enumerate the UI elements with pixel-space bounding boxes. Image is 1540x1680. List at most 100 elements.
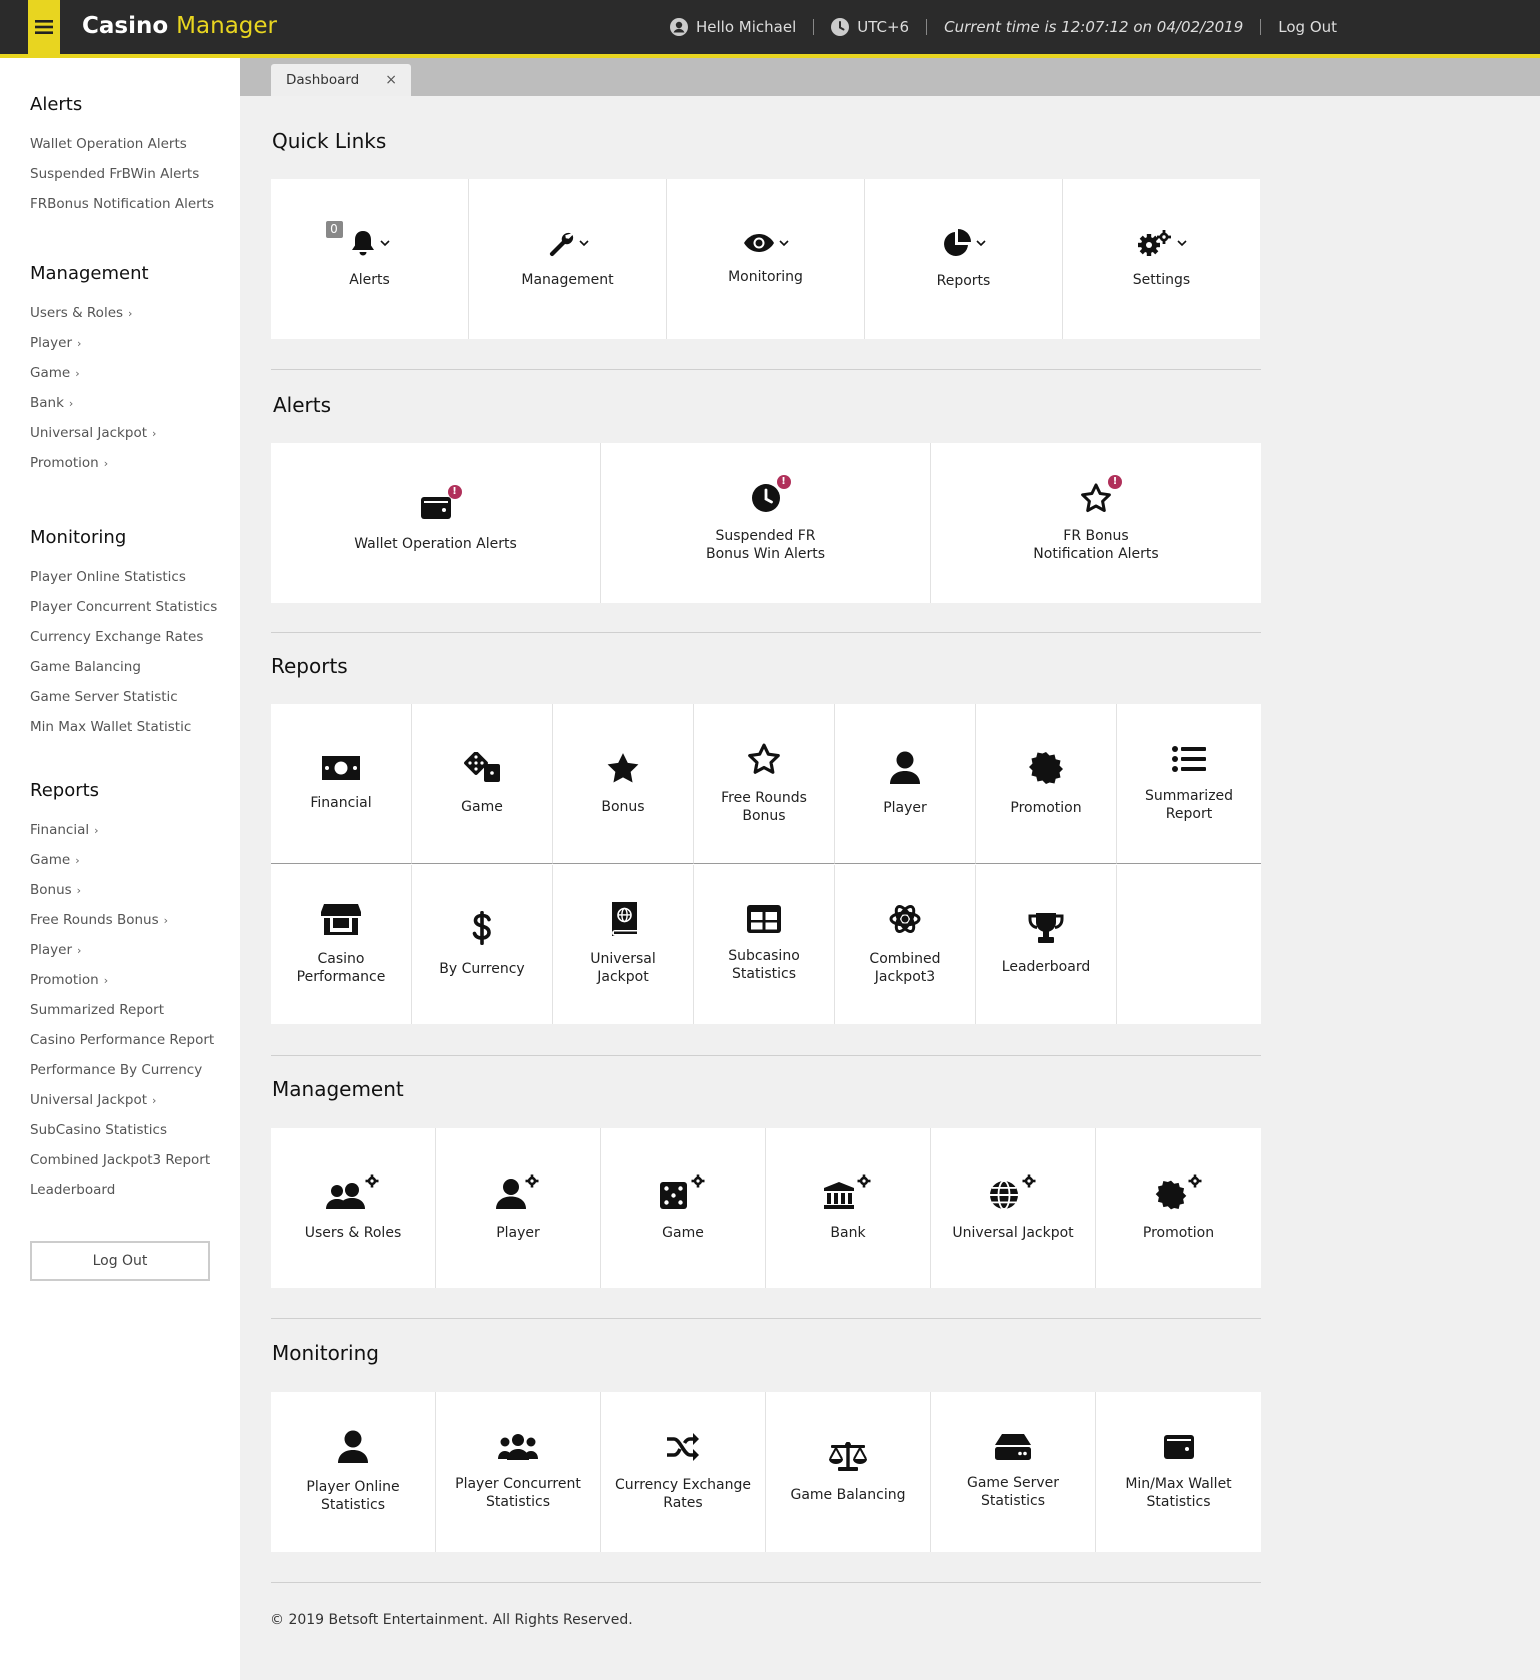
sidebar-item-wallet-operation-alerts[interactable]: Wallet Operation Alerts [30,129,214,159]
dollar-icon [472,911,491,945]
quick-links-grid: 0 Alerts Management Monitoring Reports S… [271,179,1260,339]
section-divider [271,369,1261,370]
sidebar-item-leaderboard[interactable]: Leaderboard [30,1175,214,1205]
sidebar-item-min-max-wallet-statistic[interactable]: Min Max Wallet Statistic [30,712,217,742]
reports-grid: Financial Game Bonus Free Rounds Bonus P… [271,704,1261,1024]
sidebar-item-player-report[interactable]: Player › [30,935,214,965]
monitoring-game-server-statistics[interactable]: Game Server Statistics [931,1392,1096,1552]
header-logout-link[interactable]: Log Out [1278,18,1337,36]
report-leaderboard[interactable]: Leaderboard [976,864,1117,1024]
sidebar-item-summarized-report[interactable]: Summarized Report [30,995,214,1025]
sidebar-item-game-server-statistic[interactable]: Game Server Statistic [30,682,217,712]
report-subcasino-statistics[interactable]: Subcasino Statistics [694,864,835,1024]
chevron-right-icon: › [68,397,74,410]
monitoring-label: Player Online Statistics [306,1479,400,1513]
alert-wallet-operation[interactable]: ! Wallet Operation Alerts [271,443,601,603]
sidebar-item-financial[interactable]: Financial › [30,815,214,845]
monitoring-currency-exchange-rates[interactable]: Currency Exchange Rates [601,1392,766,1552]
shuffle-icon [667,1433,699,1461]
chevron-right-icon: › [94,824,99,837]
sidebar-item-universal-jackpot-report[interactable]: Universal Jackpot › [30,1085,214,1115]
report-universal-jackpot[interactable]: Universal Jackpot [553,864,694,1024]
sidebar-item-game-report[interactable]: Game › [30,845,214,875]
sidebar-item-game-balancing[interactable]: Game Balancing [30,652,217,682]
alert-suspended-fr-bonus-win[interactable]: ! Suspended FR Bonus Win Alerts [601,443,931,603]
alert-count-badge: 0 [325,221,343,238]
alert-label: FR Bonus Notification Alerts [1033,528,1159,562]
quick-link-settings[interactable]: Settings [1063,179,1260,339]
eye-icon [743,234,774,252]
monitoring-label: Player Concurrent Statistics [455,1476,581,1510]
sidebar-item-promotion-report[interactable]: Promotion › [30,965,214,995]
alert-badge: ! [1108,475,1122,489]
report-bonus[interactable]: Bonus [553,704,694,864]
sidebar-section-reports: Reports Financial › Game › Bonus › Free Rou… [30,780,214,1205]
management-users-roles[interactable]: Users & Roles [271,1128,436,1288]
monitoring-title: Monitoring [272,1341,379,1365]
management-game[interactable]: Game [601,1128,766,1288]
user-cog-icon [496,1174,539,1209]
report-label: Leaderboard [1001,959,1091,975]
sidebar-item-bank[interactable]: Bank › [30,388,156,418]
sidebar-item-player-concurrent-statistics[interactable]: Player Concurrent Statistics [30,592,217,622]
quick-link-management[interactable]: Management [469,179,667,339]
report-free-rounds-bonus[interactable]: Free Rounds Bonus [694,704,835,864]
management-label: Universal Jackpot [952,1225,1074,1241]
menu-icon[interactable] [28,0,60,54]
sidebar-item-promotion[interactable]: Promotion › [30,448,156,478]
quick-link-monitoring[interactable]: Monitoring [667,179,865,339]
monitoring-grid: Player Online Statistics Player Concurre… [271,1392,1261,1552]
management-bank[interactable]: Bank [766,1128,931,1288]
sidebar-item-casino-performance-report[interactable]: Casino Performance Report [30,1025,214,1055]
tab-dashboard[interactable]: Dashboard × [271,64,411,96]
report-label: Game [461,798,503,815]
management-promotion[interactable]: Promotion [1096,1128,1261,1288]
management-player[interactable]: Player [436,1128,601,1288]
sidebar-item-users-roles[interactable]: Users & Roles › [30,298,156,328]
report-player[interactable]: Player [835,704,976,864]
quick-link-reports[interactable]: Reports [865,179,1063,339]
sidebar-item-performance-by-currency[interactable]: Performance By Currency [30,1055,214,1085]
report-financial[interactable]: Financial [271,704,412,864]
sidebar-item-universal-jackpot[interactable]: Universal Jackpot › [30,418,156,448]
chevron-down-icon [1176,240,1187,247]
user-greeting[interactable]: Hello Michael [670,18,796,36]
alert-fr-bonus-notification[interactable]: ! FR Bonus Notification Alerts [931,443,1261,603]
sidebar-item-player[interactable]: Player › [30,328,156,358]
sidebar-item-game[interactable]: Game › [30,358,156,388]
dice-cog-icon [660,1174,705,1209]
close-icon[interactable]: × [385,64,397,96]
sidebar-logout-button[interactable]: Log Out [30,1241,210,1281]
monitoring-label: Game Server Statistics [966,1475,1060,1509]
sidebar-item-subcasino-statistics[interactable]: SubCasino Statistics [30,1115,214,1145]
sidebar-item-player-online-statistics[interactable]: Player Online Statistics [30,562,217,592]
sidebar-item-bonus[interactable]: Bonus › [30,875,214,905]
sidebar-item-combined-jackpot3-report[interactable]: Combined Jackpot3 Report [30,1145,214,1175]
footer-copyright: © 2019 Betsoft Entertainment. All Rights… [270,1612,633,1628]
trophy-icon [1028,913,1064,943]
report-empty-cell [1117,865,1261,1024]
management-universal-jackpot[interactable]: Universal Jackpot [931,1128,1096,1288]
timezone[interactable]: UTC+6 [831,18,909,36]
sidebar-item-free-rounds-bonus[interactable]: Free Rounds Bonus › [30,905,214,935]
report-casino-performance[interactable]: Casino Performance [271,864,412,1024]
quick-link-label: Management [521,272,614,288]
sidebar-item-label: Game [30,365,71,381]
monitoring-game-balancing[interactable]: Game Balancing [766,1392,931,1552]
monitoring-player-online-statistics[interactable]: Player Online Statistics [271,1392,436,1552]
report-game[interactable]: Game [412,704,553,864]
chevron-right-icon: › [75,854,80,867]
report-by-currency[interactable]: By Currency [412,864,553,1024]
monitoring-min-max-wallet-statistics[interactable]: Min/Max Wallet Statistics [1096,1392,1261,1552]
report-summarized[interactable]: Summarized Report [1117,704,1261,864]
management-label: Game [662,1225,704,1241]
report-label: Universal Jackpot [590,951,656,985]
report-combined-jackpot3[interactable]: Combined Jackpot3 [835,864,976,1024]
sidebar-item-currency-exchange-rates[interactable]: Currency Exchange Rates [30,622,217,652]
sidebar-item-suspended-frbwin-alerts[interactable]: Suspended FrBWin Alerts [30,159,214,189]
management-title: Management [272,1077,404,1101]
report-promotion[interactable]: Promotion [976,704,1117,864]
monitoring-player-concurrent-statistics[interactable]: Player Concurrent Statistics [436,1392,601,1552]
sidebar-item-frbonus-notification-alerts[interactable]: FRBonus Notification Alerts [30,189,214,219]
quick-link-alerts[interactable]: 0 Alerts [271,179,469,339]
